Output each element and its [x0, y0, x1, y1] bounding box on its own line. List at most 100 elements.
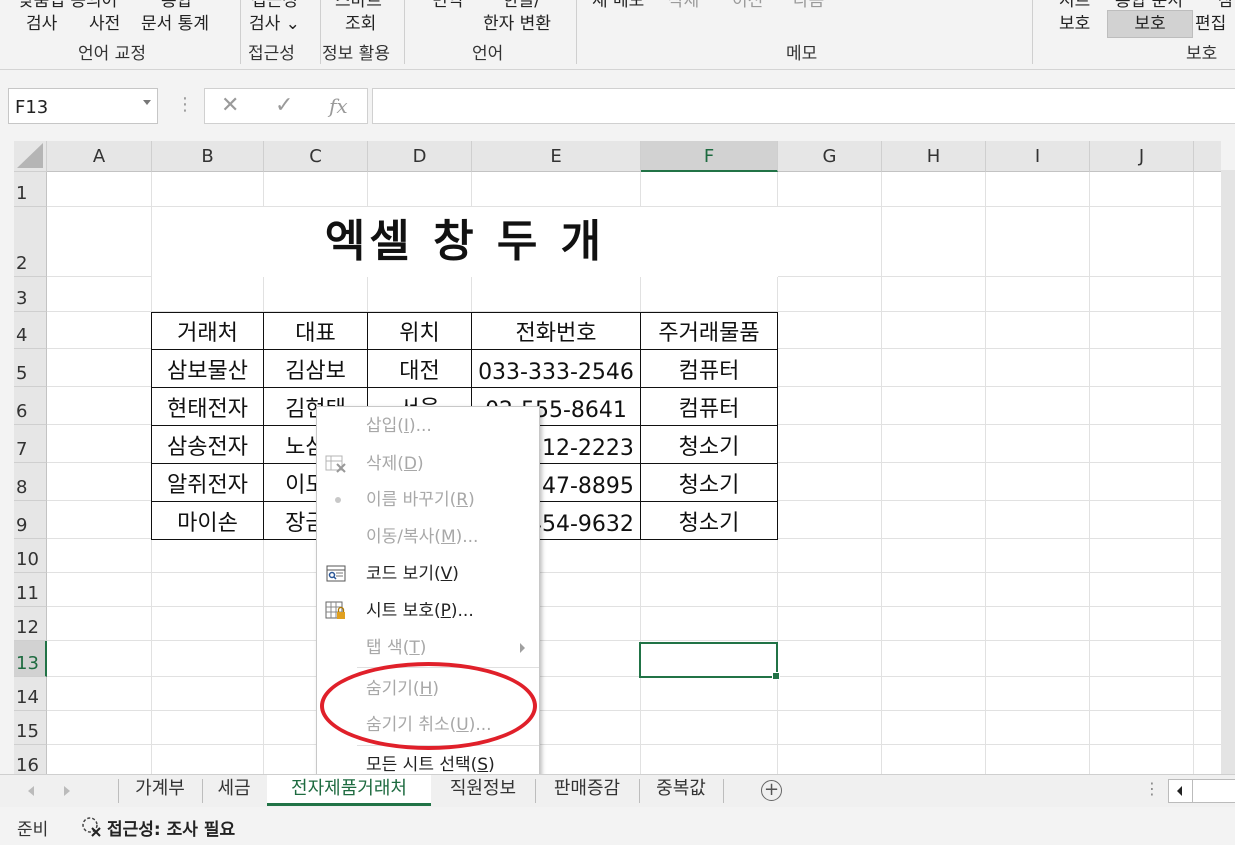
table-cell[interactable]: 김삼보	[263, 349, 368, 388]
ribbon-smart-lookup-top[interactable]: 스마트	[335, 0, 382, 11]
row-header-15[interactable]: 15	[14, 711, 47, 745]
row-header-5[interactable]: 5	[14, 349, 47, 387]
column-header-h[interactable]: H	[882, 141, 986, 172]
table-cell[interactable]: 컴퓨터	[640, 387, 778, 426]
tab-employee-info[interactable]: 직원정보	[433, 775, 533, 806]
table-header-cell[interactable]: 주거래물품	[640, 312, 778, 350]
scroll-left-icon[interactable]	[1169, 780, 1193, 802]
table-cell[interactable]: 삼송전자	[151, 425, 264, 464]
row-header-16[interactable]: 16	[14, 745, 47, 774]
tab-duplicates[interactable]: 중복값	[641, 775, 721, 806]
worksheet-grid[interactable]: A B C D E F G H I J 1 2 3 4 5 6 7 8 9 10…	[14, 141, 1221, 774]
table-header-cell[interactable]: 대표	[263, 312, 368, 350]
select-all-corner[interactable]	[14, 141, 47, 172]
ribbon-protect-workbook-button[interactable]: 보호	[1107, 10, 1193, 38]
ribbon-hanja-convert-button[interactable]: 한자 변환	[483, 14, 551, 34]
cancel-icon[interactable]: ✕	[221, 93, 239, 118]
table-cell[interactable]: 청소기	[640, 463, 778, 502]
row-header-6[interactable]: 6	[14, 387, 47, 425]
table-cell[interactable]: 청소기	[640, 501, 778, 540]
menu-item-rename[interactable]: 이름 바꾸기(R)	[317, 483, 539, 517]
table-cell[interactable]: 마이손	[151, 501, 264, 540]
active-cell-f13[interactable]	[639, 642, 780, 680]
ribbon-next-comment-top[interactable]: 다음	[793, 0, 824, 11]
tab-household-ledger[interactable]: 가계부	[120, 775, 200, 806]
row-header-12[interactable]: 12	[14, 607, 47, 641]
tab-scroll-left-icon[interactable]	[28, 786, 34, 796]
ribbon-smart-lookup-button[interactable]: 조회	[345, 14, 376, 34]
row-header-11[interactable]: 11	[14, 573, 47, 607]
more-vertical-icon[interactable]: ⋮	[1144, 779, 1160, 798]
tab-sales-change[interactable]: 판매증감	[537, 775, 637, 806]
ribbon-spell-check-button[interactable]: 검사	[26, 14, 57, 34]
column-header-g[interactable]: G	[778, 141, 882, 172]
table-header-cell[interactable]: 전화번호	[471, 312, 641, 350]
tab-scroll-right-icon[interactable]	[64, 786, 70, 796]
ribbon-previous-comment-top[interactable]: 이전	[732, 0, 763, 11]
row-header-9[interactable]: 9	[14, 501, 47, 539]
row-header-3[interactable]: 3	[14, 277, 47, 312]
menu-item-protect-sheet[interactable]: 시트 보호(P)...	[317, 594, 539, 628]
accessibility-status[interactable]: 접근성: 조사 필요	[107, 815, 235, 840]
table-cell[interactable]: 대전	[367, 349, 472, 388]
status-ready: 준비	[17, 820, 49, 840]
menu-item-tab-color[interactable]: 탭 색(T)	[317, 631, 539, 665]
enter-check-icon[interactable]: ✓	[275, 93, 293, 118]
name-box[interactable]: F13	[8, 88, 158, 124]
ribbon-group-insights: 정보 활용	[322, 44, 390, 64]
column-header-i[interactable]: I	[986, 141, 1090, 172]
ribbon-group-proofing: 언어 교정	[78, 44, 146, 64]
ribbon-lock-top[interactable]: 잠	[1218, 0, 1234, 11]
column-header-j[interactable]: J	[1090, 141, 1194, 172]
chevron-down-icon[interactable]	[143, 100, 151, 105]
ribbon-protect-sheet-button[interactable]: 보호	[1059, 14, 1090, 34]
column-header-k[interactable]	[1194, 141, 1221, 172]
row-header-2[interactable]: 2	[14, 207, 47, 277]
menu-item-delete[interactable]: 삭제(D)	[317, 447, 539, 481]
row-header-8[interactable]: 8	[14, 463, 47, 501]
horizontal-scrollbar[interactable]	[1168, 779, 1235, 803]
add-sheet-icon[interactable]: +	[761, 780, 782, 801]
ribbon-delete-comment-top[interactable]: 삭제	[668, 0, 699, 11]
ribbon-hangul-top[interactable]: 한글/	[503, 0, 540, 11]
ribbon-integrated-top[interactable]: 통합	[161, 0, 192, 11]
ribbon-accessibility-top[interactable]: 접근성	[251, 0, 298, 11]
column-header-e[interactable]: E	[472, 141, 641, 172]
ribbon-thesaurus-button[interactable]: 사전	[89, 14, 120, 34]
column-header-b[interactable]: B	[152, 141, 264, 172]
ribbon-sheet-top[interactable]: 시트	[1059, 0, 1090, 11]
ribbon-allow-edit-ranges-button[interactable]: 편집	[1195, 14, 1226, 34]
ribbon-translate-top[interactable]: 번역	[432, 0, 463, 11]
row-header-4[interactable]: 4	[14, 312, 47, 349]
column-header-d[interactable]: D	[368, 141, 472, 172]
menu-item-insert[interactable]: 삽입(I)...	[317, 409, 539, 443]
table-cell[interactable]: 청소기	[640, 425, 778, 464]
table-header-cell[interactable]: 위치	[367, 312, 472, 350]
menu-item-move-copy[interactable]: 이동/복사(M)...	[317, 520, 539, 554]
table-cell[interactable]: 033-333-2546	[471, 349, 641, 388]
column-header-a[interactable]: A	[47, 141, 152, 172]
row-header-7[interactable]: 7	[14, 425, 47, 463]
row-header-13[interactable]: 13	[14, 641, 47, 677]
column-header-f[interactable]: F	[641, 141, 778, 172]
table-header-cell[interactable]: 거래처	[151, 312, 264, 350]
tab-tax[interactable]: 세금	[204, 775, 264, 806]
table-cell[interactable]: 알쥐전자	[151, 463, 264, 502]
formula-input[interactable]	[372, 88, 1235, 124]
row-header-10[interactable]: 10	[14, 539, 47, 573]
ribbon-spelling-top[interactable]: 맞춤법 종의어	[18, 0, 117, 11]
insert-function-icon[interactable]: fx	[329, 94, 348, 118]
accessibility-icon[interactable]	[80, 815, 102, 837]
table-cell[interactable]: 컴퓨터	[640, 349, 778, 388]
ribbon-new-comment-top[interactable]: 새 메모	[592, 0, 644, 11]
column-header-c[interactable]: C	[264, 141, 368, 172]
more-vertical-icon[interactable]: ⋮	[176, 94, 194, 115]
table-cell[interactable]: 현태전자	[151, 387, 264, 426]
row-header-1[interactable]: 1	[14, 172, 47, 207]
ribbon-check-accessibility-button[interactable]: 검사 ⌄	[249, 14, 300, 34]
row-header-14[interactable]: 14	[14, 677, 47, 711]
table-cell[interactable]: 삼보물산	[151, 349, 264, 388]
menu-item-view-code[interactable]: 코드 보기(V)	[317, 557, 539, 591]
tab-electronics-vendors[interactable]: 전자제품거래처	[267, 775, 431, 806]
ribbon-workbook-statistics-button[interactable]: 문서 통계	[141, 14, 209, 34]
